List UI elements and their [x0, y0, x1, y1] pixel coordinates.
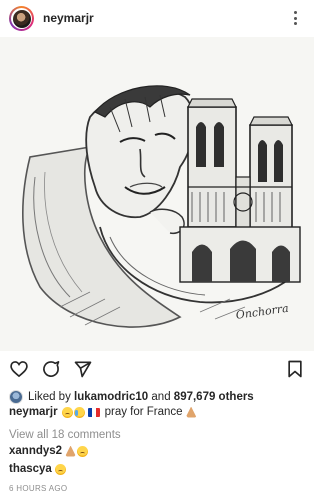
comment-item: xanndys2 — [9, 445, 89, 457]
dot — [293, 22, 297, 25]
likes-and: and — [151, 391, 171, 403]
action-bar — [0, 355, 314, 383]
sad-face-emoji — [77, 445, 89, 457]
profile-avatar[interactable] — [9, 6, 34, 31]
france-flag-emoji — [87, 407, 100, 417]
caption-text: pray for France — [104, 406, 183, 418]
likes-count[interactable]: 897,679 others — [174, 391, 254, 403]
more-options-icon[interactable] — [289, 9, 301, 27]
caption-username[interactable]: neymarjr — [9, 406, 58, 418]
likes-row: Liked by lukamodric10 and 897,679 others — [9, 389, 254, 405]
avatar-photo — [12, 9, 31, 28]
view-all-comments-link[interactable]: View all 18 comments — [9, 429, 121, 441]
comment-username[interactable]: thascya — [9, 463, 52, 475]
comment-icon[interactable] — [40, 358, 62, 380]
post-caption: neymarjr pray for France — [9, 406, 198, 418]
sad-face-emoji — [54, 463, 66, 475]
avatar-ring — [11, 8, 32, 29]
bookmark-icon[interactable] — [284, 358, 306, 380]
send-icon[interactable] — [72, 358, 94, 380]
heart-icon[interactable] — [8, 358, 30, 380]
post-timestamp: 6 HOURS AGO — [9, 484, 68, 493]
praying-hands-emoji — [185, 406, 197, 418]
sketch-illustration: Onchorra — [0, 37, 314, 351]
post-image[interactable]: Onchorra — [0, 37, 314, 351]
dot — [293, 11, 297, 14]
likes-prefix: Liked by — [28, 391, 71, 403]
crying-face-emoji — [73, 406, 85, 418]
comment-username[interactable]: xanndys2 — [9, 445, 62, 457]
sad-face-emoji — [61, 406, 73, 418]
dot — [293, 16, 297, 20]
post-header: neymarjr — [0, 0, 314, 36]
liker-username[interactable]: lukamodric10 — [74, 391, 148, 403]
praying-hands-emoji — [65, 445, 77, 457]
liker-avatar[interactable] — [9, 390, 23, 404]
post-username[interactable]: neymarjr — [43, 11, 94, 25]
comment-item: thascya — [9, 463, 67, 475]
